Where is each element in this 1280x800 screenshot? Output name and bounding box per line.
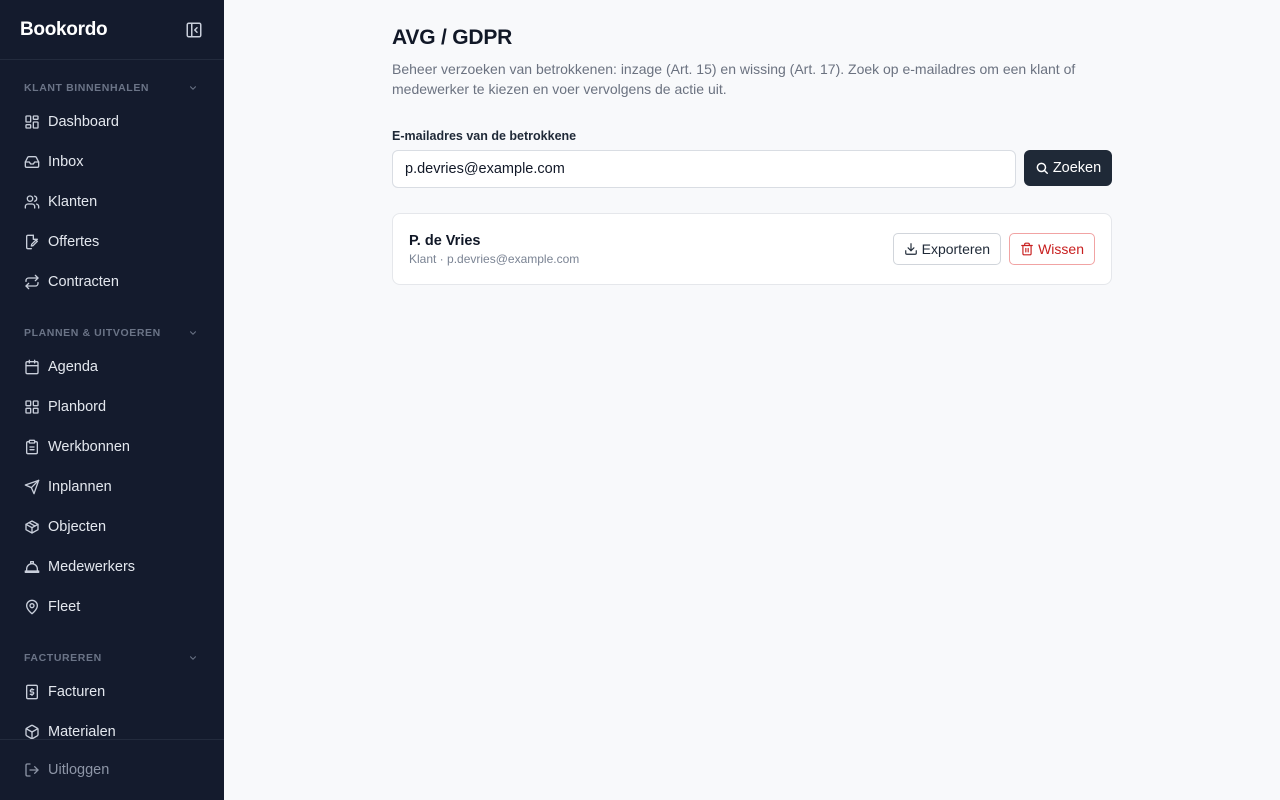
export-button[interactable]: Exporteren xyxy=(892,233,1002,265)
main-content: AVG / GDPR Beheer verzoeken van betrokke… xyxy=(392,0,1112,285)
sidebar-header: Bookordo xyxy=(0,0,224,60)
sidebar-item-label: Facturen xyxy=(48,684,106,700)
logout-button[interactable]: Uitloggen xyxy=(0,739,224,800)
sidebar-item-offertes[interactable]: Offertes xyxy=(0,222,224,262)
page-title: AVG / GDPR xyxy=(392,26,513,49)
sidebar-nav: KLANT BINNENHALEN Dashboard Inbox Klante… xyxy=(0,60,224,752)
export-button-label: Exporteren xyxy=(921,241,991,257)
repeat-icon xyxy=(24,274,40,290)
section-header-plannen-uitvoeren[interactable]: PLANNEN & UITVOEREN xyxy=(0,323,224,343)
search-button-label: Zoeken xyxy=(1052,160,1102,176)
sidebar-item-label: Materialen xyxy=(48,724,116,740)
chevron-down-icon xyxy=(189,331,197,335)
hard-hat-icon xyxy=(24,559,40,575)
logout-label: Uitloggen xyxy=(48,762,110,778)
email-field[interactable] xyxy=(392,150,1016,188)
section-title: FACTUREREN xyxy=(24,652,102,664)
sidebar-item-objecten[interactable]: Objecten xyxy=(0,507,224,547)
brand-logo[interactable]: Bookordo xyxy=(20,19,108,41)
section-header-factureren[interactable]: FACTUREREN xyxy=(0,648,224,668)
chevron-down-icon xyxy=(189,656,197,660)
person-meta: Klant · p.devries@example.com xyxy=(409,251,580,266)
result-actions: Exporteren Wissen xyxy=(892,233,1095,265)
sidebar-item-label: Fleet xyxy=(48,599,81,615)
sidebar-item-label: Werkbonnen xyxy=(48,439,130,455)
search-icon xyxy=(1036,162,1048,174)
sidebar-item-label: Planbord xyxy=(48,399,107,415)
file-edit-icon xyxy=(24,234,40,250)
sidebar-item-planbord[interactable]: Planbord xyxy=(0,387,224,427)
grid-icon xyxy=(24,399,40,415)
sidebar-item-inplannen[interactable]: Inplannen xyxy=(0,467,224,507)
sidebar-item-contracten[interactable]: Contracten xyxy=(0,262,224,302)
page-description: Beheer verzoeken van betrokkenen: inzage… xyxy=(392,61,1076,97)
section-header-klant-binnenhalen[interactable]: KLANT BINNENHALEN xyxy=(0,78,224,98)
person-info: P. de Vries Klant · p.devries@example.co… xyxy=(409,233,579,266)
sidebar-item-inbox[interactable]: Inbox xyxy=(0,142,224,182)
email-field-label: E-mailadres van de betrokkene xyxy=(392,129,577,143)
sidebar-item-label: Inbox xyxy=(48,154,84,170)
delete-button-label: Wissen xyxy=(1038,241,1084,257)
clipboard-icon xyxy=(24,439,40,455)
inbox-icon xyxy=(24,154,40,170)
sidebar-item-label: Inplannen xyxy=(48,479,112,495)
sidebar: Bookordo KLANT BINNENHALEN Dashboard Inb… xyxy=(0,0,224,800)
sidebar-item-label: Dashboard xyxy=(48,114,119,130)
sidebar-item-label: Contracten xyxy=(48,274,119,290)
dollar-file-icon xyxy=(24,684,40,700)
map-pin-icon xyxy=(24,599,40,615)
sidebar-item-dashboard[interactable]: Dashboard xyxy=(0,102,224,142)
download-icon xyxy=(904,243,917,255)
trash-icon xyxy=(1021,242,1033,256)
sidebar-item-label: Agenda xyxy=(48,359,98,375)
person-name: P. de Vries xyxy=(409,232,481,249)
section-title: PLANNEN & UITVOEREN xyxy=(24,327,161,339)
search-button[interactable]: Zoeken xyxy=(1024,150,1112,186)
sidebar-item-facturen[interactable]: Facturen xyxy=(0,672,224,712)
sidebar-item-fleet[interactable]: Fleet xyxy=(0,587,224,627)
sidebar-item-medewerkers[interactable]: Medewerkers xyxy=(0,547,224,587)
sidebar-item-label: Objecten xyxy=(48,519,107,535)
sidebar-item-label: Medewerkers xyxy=(48,559,136,575)
package-icon xyxy=(24,724,40,740)
search-row: Zoeken xyxy=(392,150,1112,188)
sidebar-item-label: Offertes xyxy=(48,234,100,250)
result-card: P. de Vries Klant · p.devries@example.co… xyxy=(392,213,1112,285)
calendar-icon xyxy=(24,359,40,375)
boxes-icon xyxy=(24,519,40,535)
chevron-down-icon xyxy=(189,86,197,90)
users-icon xyxy=(24,194,40,210)
sidebar-collapse-icon[interactable] xyxy=(184,20,204,40)
logout-icon xyxy=(24,762,40,778)
send-icon xyxy=(24,479,40,495)
sidebar-item-klanten[interactable]: Klanten xyxy=(0,182,224,222)
section-title: KLANT BINNENHALEN xyxy=(24,82,150,94)
sidebar-item-werkbonnen[interactable]: Werkbonnen xyxy=(0,427,224,467)
dashboard-icon xyxy=(24,114,40,130)
delete-button[interactable]: Wissen xyxy=(1009,233,1095,265)
sidebar-item-label: Klanten xyxy=(48,194,98,210)
sidebar-item-agenda[interactable]: Agenda xyxy=(0,347,224,387)
